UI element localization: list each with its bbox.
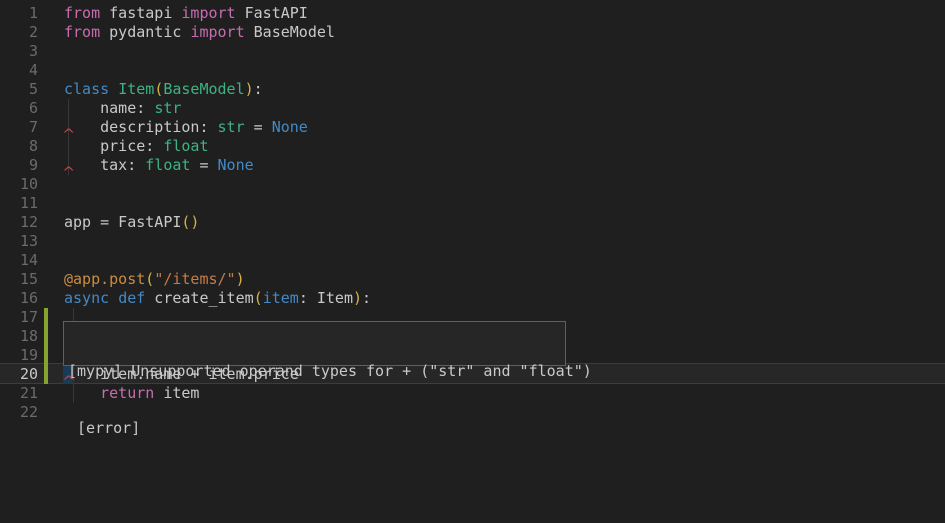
- code-token: (: [145, 270, 154, 288]
- code-line[interactable]: 10: [0, 175, 945, 194]
- diagnostic-tooltip: [mypy] Unsupported operand types for + (…: [63, 321, 566, 366]
- code-token: description:: [64, 118, 218, 136]
- diagnostic-caret-icon: ^: [63, 166, 74, 180]
- code-line[interactable]: 7 description: str = None: [0, 118, 945, 137]
- code-token: tax:: [64, 156, 145, 174]
- code-text: class Item(BaseModel):: [64, 80, 263, 99]
- code-token: Item: [118, 80, 154, 98]
- code-text: price: float: [64, 137, 209, 156]
- code-line[interactable]: 15 @app.post("/items/"): [0, 270, 945, 289]
- gutter-line-number: 12: [0, 213, 38, 232]
- code-token: (: [154, 80, 163, 98]
- code-token: FastAPI: [236, 4, 308, 22]
- code-token: None: [218, 156, 254, 174]
- code-token: pydantic: [100, 23, 190, 41]
- code-token: "/items/": [154, 270, 235, 288]
- code-token: price:: [64, 137, 163, 155]
- gutter-line-number: 22: [0, 403, 38, 422]
- code-token: float: [145, 156, 190, 174]
- gutter-line-number: 15: [0, 270, 38, 289]
- code-token: async: [64, 289, 109, 307]
- code-token: from: [64, 4, 100, 22]
- gutter-line-number: 6: [0, 99, 38, 118]
- code-token: BaseModel: [245, 23, 335, 41]
- code-token: class: [64, 80, 109, 98]
- code-token: None: [272, 118, 308, 136]
- gutter-line-number: 16: [0, 289, 38, 308]
- gutter-line-number: 7: [0, 118, 38, 137]
- code-line[interactable]: 4: [0, 61, 945, 80]
- diagnostic-message-line2: [error]: [68, 419, 565, 438]
- code-token: ): [353, 289, 362, 307]
- code-line[interactable]: 2 from pydantic import BaseModel: [0, 23, 945, 42]
- code-token: str: [218, 118, 245, 136]
- gutter-line-number: 18: [0, 327, 38, 346]
- code-token: float: [163, 137, 208, 155]
- code-token: name:: [64, 99, 154, 117]
- code-token: import: [190, 23, 244, 41]
- gutter-line-number: 4: [0, 61, 38, 80]
- editor-pane[interactable]: 1 from fastapi import FastAPI 2 from pydant…: [0, 0, 945, 523]
- code-token: =: [190, 156, 217, 174]
- code-text: description: str = None: [64, 118, 308, 137]
- code-token: (): [181, 213, 199, 231]
- code-text: name: str: [64, 99, 181, 118]
- code-token: : Item: [299, 289, 353, 307]
- diagnostic-caret-icon: ^: [63, 128, 74, 142]
- code-token: import: [181, 4, 235, 22]
- gutter-line-number: 19: [0, 346, 38, 365]
- code-line[interactable]: 11: [0, 194, 945, 213]
- gutter-line-number: 3: [0, 42, 38, 61]
- gutter-line-number: 21: [0, 384, 38, 403]
- code-token: ): [245, 80, 254, 98]
- code-token: [109, 80, 118, 98]
- code-token: (: [254, 289, 263, 307]
- code-line[interactable]: 13: [0, 232, 945, 251]
- gutter-line-number: 9: [0, 156, 38, 175]
- gutter-line-number: 14: [0, 251, 38, 270]
- code-text: @app.post("/items/"): [64, 270, 245, 289]
- code-token: fastapi: [100, 4, 181, 22]
- code-token: str: [154, 99, 181, 117]
- code-token: create_item: [145, 289, 253, 307]
- gutter-line-number: 17: [0, 308, 38, 327]
- code-text: tax: float = None: [64, 156, 254, 175]
- gutter-line-number: 10: [0, 175, 38, 194]
- gutter-line-number: 11: [0, 194, 38, 213]
- code-line[interactable]: 9 tax: float = None: [0, 156, 945, 175]
- gutter-line-number: 8: [0, 137, 38, 156]
- code-line[interactable]: 1 from fastapi import FastAPI: [0, 4, 945, 23]
- code-text: from fastapi import FastAPI: [64, 4, 308, 23]
- code-token: BaseModel: [163, 80, 244, 98]
- code-token: =: [245, 118, 272, 136]
- code-line[interactable]: 3: [0, 42, 945, 61]
- code-token: from: [64, 23, 100, 41]
- code-token: item: [263, 289, 299, 307]
- code-line[interactable]: 8 price: float: [0, 137, 945, 156]
- diagnostic-message-line1: [mypy] Unsupported operand types for + (…: [68, 362, 565, 381]
- code-line[interactable]: 16 async def create_item(item: Item):: [0, 289, 945, 308]
- code-line[interactable]: 14: [0, 251, 945, 270]
- code-token: [109, 289, 118, 307]
- code-line[interactable]: 12 app = FastAPI(): [0, 213, 945, 232]
- gutter-line-number: 20: [0, 365, 38, 384]
- gutter-line-number: 13: [0, 232, 38, 251]
- code-text: app = FastAPI(): [64, 213, 199, 232]
- code-line[interactable]: 5 class Item(BaseModel):: [0, 80, 945, 99]
- gutter-line-number: 1: [0, 4, 38, 23]
- gutter-line-number: 5: [0, 80, 38, 99]
- code-text: from pydantic import BaseModel: [64, 23, 335, 42]
- code-token: :: [254, 80, 263, 98]
- code-line[interactable]: 6 name: str: [0, 99, 945, 118]
- code-text: async def create_item(item: Item):: [64, 289, 371, 308]
- code-token: app = FastAPI: [64, 213, 181, 231]
- code-token: ): [236, 270, 245, 288]
- code-token: def: [118, 289, 145, 307]
- gutter-line-number: 2: [0, 23, 38, 42]
- code-token: :: [362, 289, 371, 307]
- code-token: @app.post: [64, 270, 145, 288]
